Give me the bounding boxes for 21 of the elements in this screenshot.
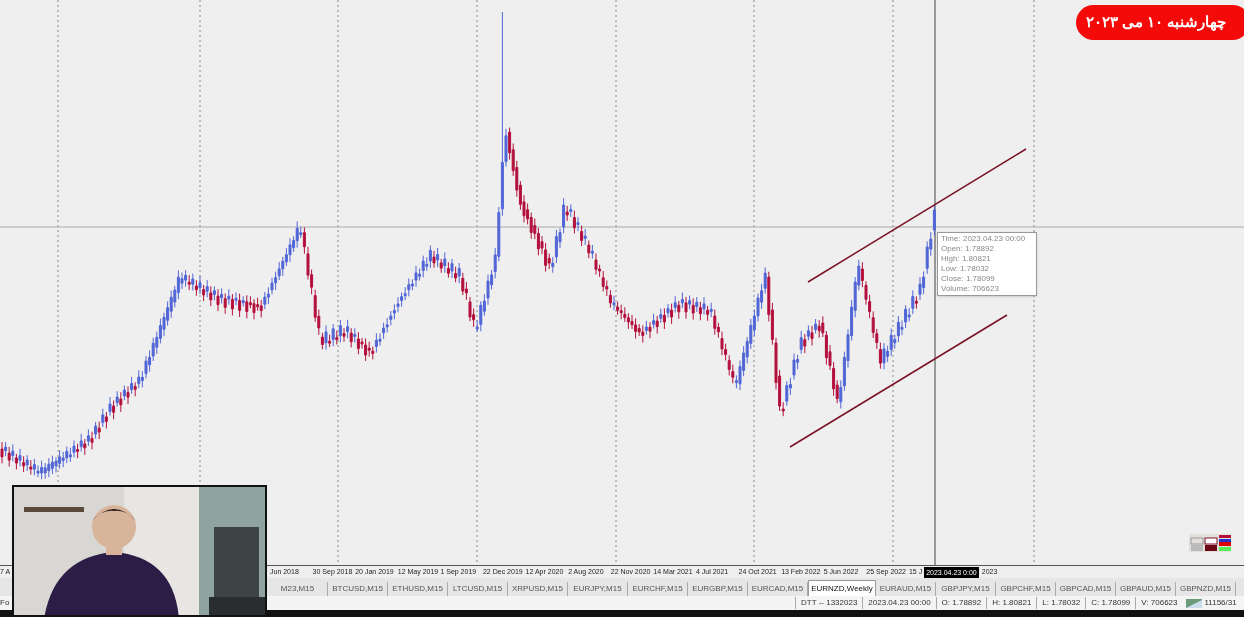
chart-legend-icon[interactable] (1189, 534, 1231, 552)
status-field: 2023.04.23 00:00 (862, 597, 936, 609)
tooltip-line: Close: 1.78099 (941, 274, 996, 284)
status-field: C: 1.78099 (1085, 597, 1136, 609)
status-field: L: 1.78032 (1036, 597, 1086, 609)
chart-tab[interactable]: EURNZD,Weekly (808, 580, 876, 596)
channel-line[interactable] (807, 148, 1027, 283)
tooltip-line: Volume: 706623 (941, 284, 1000, 294)
status-field: O: 1.78892 (935, 597, 987, 609)
date-badge: چهارشنبه ۱۰ می ۲۰۲۳ (1076, 5, 1244, 40)
connection-bars-icon (1186, 598, 1203, 608)
channel-line[interactable] (789, 314, 1008, 448)
status-field: 11156/31 (1204, 597, 1237, 609)
status-field: DTT -- 1332023 (795, 597, 863, 609)
tooltip-line: Low: 1.78032 (941, 264, 991, 274)
tooltip-line: Time: 2023.04.23 00:00 (941, 234, 1027, 244)
tooltip-line: Open: 1.78892 (941, 244, 995, 254)
status-field: V: 706623 (1135, 597, 1183, 609)
status-text: Fo (0, 598, 10, 607)
tooltip-line: High: 1.80821 (941, 254, 992, 264)
status-field: H: 1.80821 (986, 597, 1037, 609)
